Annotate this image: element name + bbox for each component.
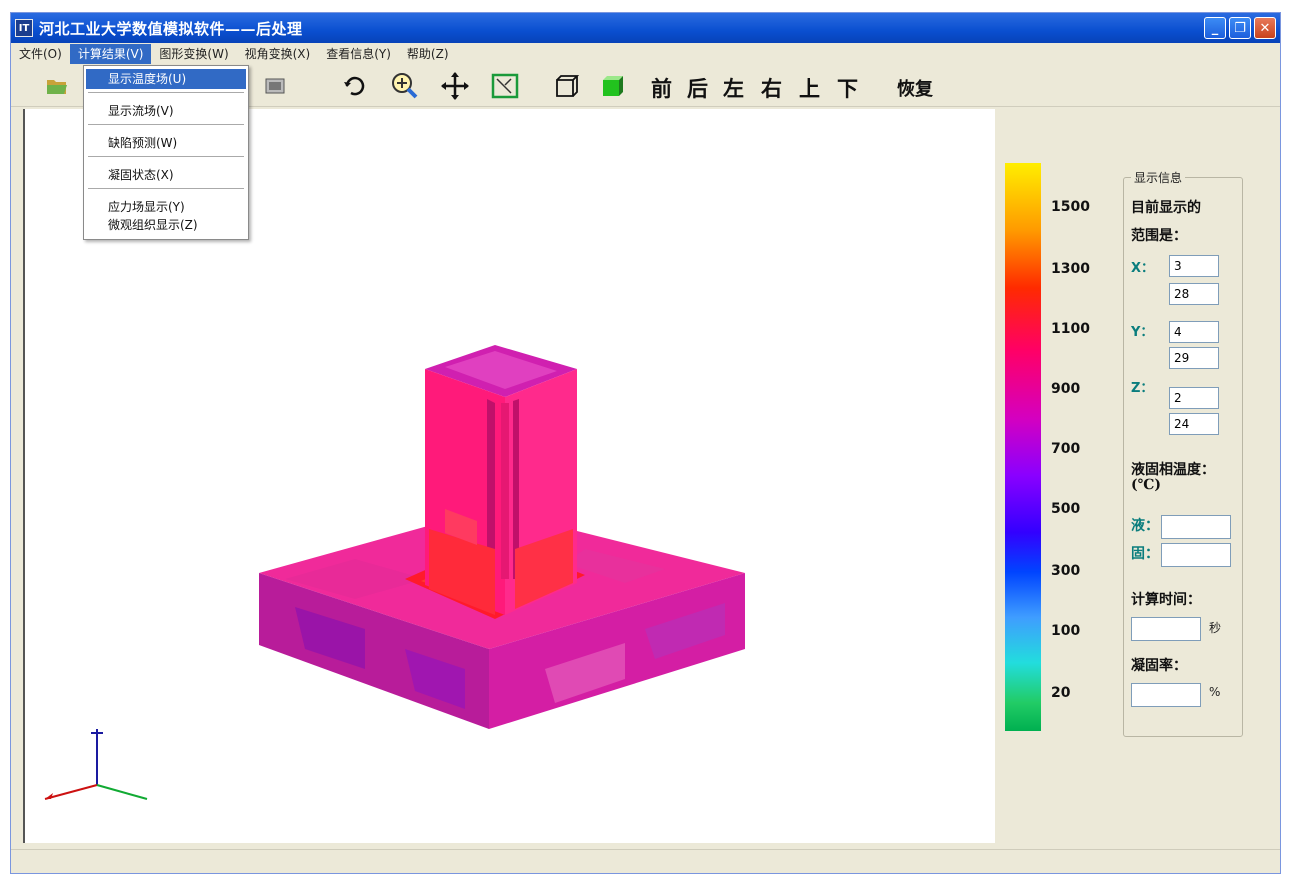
legend-label: 20 <box>1051 685 1071 701</box>
app-icon: IT <box>15 19 33 37</box>
z-max-field[interactable]: 24 <box>1169 413 1219 435</box>
select-box-icon <box>491 73 519 99</box>
view-top-button[interactable]: 上 <box>799 73 820 103</box>
x-max-field[interactable]: 28 <box>1169 283 1219 305</box>
restore-icon: ❐ <box>1234 20 1246 36</box>
wireframe-cube-icon <box>556 75 580 97</box>
percent-unit: % <box>1209 685 1221 699</box>
calc-time-field[interactable] <box>1131 617 1201 641</box>
legend-label: 1500 <box>1051 199 1090 215</box>
view-bottom-button[interactable]: 下 <box>837 73 858 103</box>
menu-show-flow[interactable]: 显示流场(V) <box>86 101 246 121</box>
legend-label: 900 <box>1051 381 1081 397</box>
menu-defect-prediction[interactable]: 缺陷预测(W) <box>86 133 246 153</box>
rotate-icon <box>344 76 365 96</box>
pan-button[interactable] <box>439 71 471 101</box>
menu-results[interactable]: 计算结果(V) <box>69 44 152 64</box>
restore-view-button[interactable]: 恢复 <box>897 75 933 101</box>
range-caption-line2: 范围是： <box>1131 228 1187 244</box>
window-controls: _ ❐ ✕ <box>1204 17 1276 39</box>
x-axis-label: X： <box>1131 261 1155 276</box>
open-folder-icon <box>47 80 67 94</box>
restore-button[interactable]: ❐ <box>1229 17 1251 39</box>
menu-file[interactable]: 文件(O) <box>11 44 70 64</box>
minimize-button[interactable]: _ <box>1204 17 1226 39</box>
temperature-title: 液固相温度： <box>1131 462 1215 478</box>
x-min-field[interactable]: 3 <box>1169 255 1219 277</box>
legend-label: 500 <box>1051 501 1081 517</box>
menu-view-transform[interactable]: 视角变换(X) <box>237 44 319 64</box>
minimize-icon: _ <box>1211 20 1219 36</box>
menu-view-info[interactable]: 查看信息(Y) <box>318 44 399 64</box>
menu-separator <box>88 188 244 189</box>
display-info-title: 显示信息 <box>1131 169 1186 186</box>
menu-separator <box>88 92 244 93</box>
solid-cube-icon <box>603 76 623 96</box>
solid-fraction-field[interactable] <box>1131 683 1201 707</box>
calc-time-label: 计算时间： <box>1131 592 1201 608</box>
solid-view-button[interactable] <box>597 71 629 101</box>
z-min-field[interactable]: 2 <box>1169 387 1219 409</box>
legend-label: 100 <box>1051 623 1081 639</box>
range-caption-line1: 目前显示的 <box>1131 200 1201 216</box>
menu-help[interactable]: 帮助(Z) <box>399 44 457 64</box>
menu-microstructure[interactable]: 微观组织显示(Z) <box>86 215 246 235</box>
legend-label: 700 <box>1051 441 1081 457</box>
solid-fraction-label: 凝固率： <box>1131 658 1187 674</box>
y-axis-label: Y： <box>1131 325 1154 340</box>
main-window: IT 河北工业大学数值模拟软件——后处理 _ ❐ ✕ 文件(O) 计算结果(V)… <box>10 12 1281 874</box>
results-dropdown-menu: 显示温度场(U) 显示流场(V) 缺陷预测(W) 凝固状态(X) 应力场显示(Y… <box>83 65 249 240</box>
menu-separator <box>88 124 244 125</box>
solid-temp-field[interactable] <box>1161 543 1231 567</box>
y-max-field[interactable]: 29 <box>1169 347 1219 369</box>
title-bar[interactable]: IT 河北工业大学数值模拟软件——后处理 _ ❐ ✕ <box>11 13 1280 43</box>
zoom-button[interactable] <box>389 71 421 101</box>
temperature-unit: (℃) <box>1131 477 1162 493</box>
seconds-unit: 秒 <box>1209 621 1222 635</box>
status-bar <box>11 849 1280 873</box>
menu-stress-field[interactable]: 应力场显示(Y) <box>86 197 246 217</box>
y-min-field[interactable]: 4 <box>1169 321 1219 343</box>
screenshot-icon <box>265 78 285 94</box>
liquid-label: 液： <box>1131 518 1159 534</box>
menu-show-temperature[interactable]: 显示温度场(U) <box>86 69 246 89</box>
view-right-button[interactable]: 右 <box>761 73 782 103</box>
legend-label: 1300 <box>1051 261 1090 277</box>
wireframe-view-button[interactable] <box>551 71 583 101</box>
zoom-icon <box>392 73 418 99</box>
window-title: 河北工业大学数值模拟软件——后处理 <box>39 19 303 38</box>
legend-label: 300 <box>1051 563 1081 579</box>
screenshot-button[interactable] <box>259 71 291 101</box>
legend-label: 1100 <box>1051 321 1090 337</box>
open-folder-button[interactable] <box>41 71 73 101</box>
close-icon: ✕ <box>1259 20 1271 36</box>
close-button[interactable]: ✕ <box>1254 17 1276 39</box>
menu-solidification-state[interactable]: 凝固状态(X) <box>86 165 246 185</box>
menu-transform[interactable]: 图形变换(W) <box>151 44 236 64</box>
pan-icon <box>441 72 469 100</box>
temperature-color-scale <box>1005 163 1041 731</box>
select-box-button[interactable] <box>489 71 521 101</box>
view-back-button[interactable]: 后 <box>687 73 708 103</box>
menu-bar: 文件(O) 计算结果(V) 图形变换(W) 视角变换(X) 查看信息(Y) 帮助… <box>11 43 1280 65</box>
solid-label: 固： <box>1131 546 1159 562</box>
rotate-button[interactable] <box>339 71 371 101</box>
menu-separator <box>88 156 244 157</box>
view-front-button[interactable]: 前 <box>651 73 672 103</box>
liquid-temp-field[interactable] <box>1161 515 1231 539</box>
view-left-button[interactable]: 左 <box>723 73 744 103</box>
z-axis-label: Z： <box>1131 381 1154 396</box>
